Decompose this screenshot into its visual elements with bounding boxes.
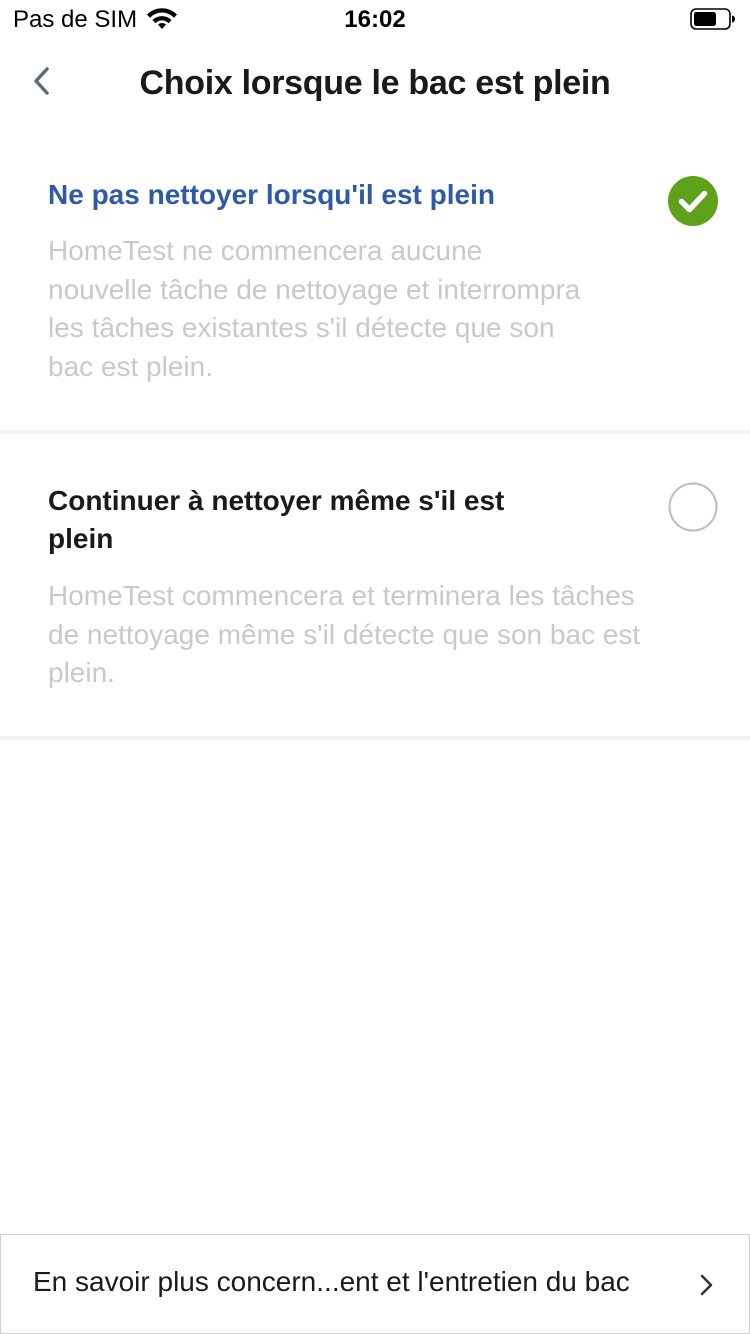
option-description: HomeTest ne commencera aucune nouvelle t… [48, 235, 581, 382]
option-title: Continuer à nettoyer même s'il est plein [48, 485, 505, 554]
option-title: Ne pas nettoyer lorsqu'il est plein [48, 179, 495, 210]
divider [0, 430, 750, 434]
learn-more-link-text: En savoir plus concern...ent et l'entret… [33, 1266, 630, 1297]
battery-icon [690, 8, 735, 30]
status-bar: Pas de SIM 16:02 [0, 0, 750, 40]
status-time: 16:02 [344, 6, 406, 33]
checkmark-selected-icon [668, 176, 718, 226]
navigation-bar: Choix lorsque le bac est plein [0, 40, 750, 128]
screen: Pas de SIM 16:02 Choix lorsque le bac es… [0, 0, 750, 1334]
divider [0, 736, 750, 740]
option-continue-cleaning-when-full[interactable]: Continuer à nettoyer même s'il est plein… [0, 436, 750, 736]
option-do-not-clean-when-full[interactable]: Ne pas nettoyer lorsqu'il est plein Home… [0, 150, 750, 430]
chevron-right-icon [700, 1274, 713, 1296]
learn-more-link[interactable]: En savoir plus concern...ent et l'entret… [0, 1234, 750, 1334]
page-title: Choix lorsque le bac est plein [139, 64, 611, 102]
option-description: HomeTest commencera et terminera les tâc… [48, 580, 641, 688]
radio-unselected-icon [668, 482, 718, 532]
